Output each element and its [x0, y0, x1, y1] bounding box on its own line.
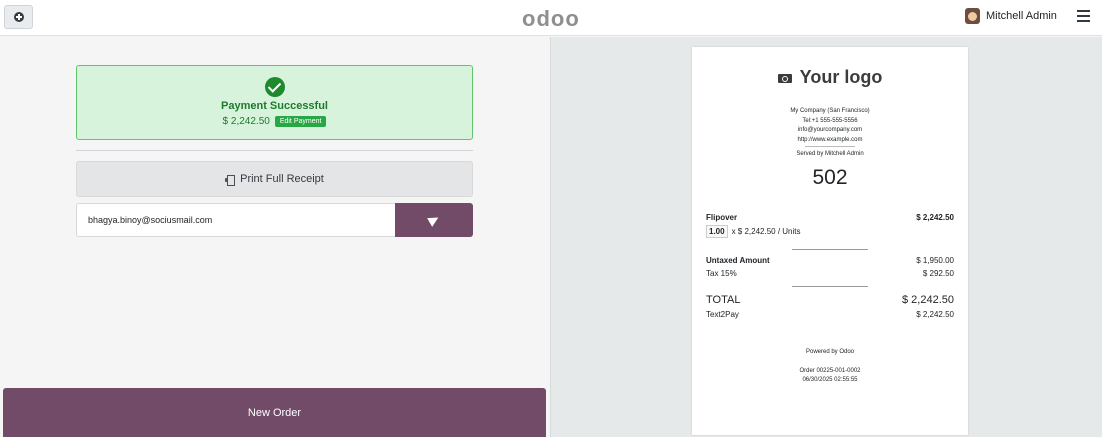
print-icon: [225, 174, 236, 186]
order-line: Flipover $ 2,242.50: [706, 213, 954, 222]
order-number: 502: [812, 166, 848, 189]
divider: [76, 150, 473, 151]
brand-logo: odoo: [522, 6, 580, 31]
payment-method-label: Text2Pay: [706, 310, 739, 319]
plus-circle-icon: [13, 12, 24, 22]
user-name: Mitchell Admin: [986, 10, 1057, 22]
payment-method-value: $ 2,242.50: [916, 310, 954, 319]
receipt-logo: Your logo: [692, 67, 968, 88]
total-value: $ 2,242.50: [902, 294, 954, 306]
line-quantity: 1.00: [706, 225, 728, 238]
company-name: My Company (San Francisco): [790, 108, 870, 114]
tax-row: Tax 15% $ 292.50: [706, 269, 954, 278]
company-tel: Tel:+1 555-555-5556: [802, 117, 858, 124]
total-row: TOTAL $ 2,242.50: [706, 294, 954, 306]
product-name: Flipover: [706, 213, 738, 222]
email-input[interactable]: [76, 203, 395, 237]
receipt-divider: [792, 286, 868, 287]
print-receipt-button[interactable]: Print Full Receipt: [76, 161, 473, 197]
user-avatar-icon: [965, 8, 980, 24]
payment-amount: $ 2,242.50: [222, 116, 270, 127]
top-bar: odoo Mitchell Admin: [0, 0, 1102, 36]
edit-payment-button[interactable]: Edit Payment: [274, 116, 327, 127]
company-website: http://www.example.com: [797, 136, 863, 143]
logo-text: Your logo: [799, 67, 883, 87]
receipt-preview-panel: Your logo My Company (San Francisco) Tel…: [550, 37, 1102, 437]
served-by: Served by Mitchell Admin: [796, 151, 864, 157]
payment-success-box: Payment Successful $ 2,242.50 Edit Payme…: [76, 65, 473, 140]
send-icon: [427, 213, 441, 227]
total-label: TOTAL: [706, 294, 741, 306]
order-ref: Order 00225-001-0002: [799, 368, 861, 374]
payment-success-title: Payment Successful: [221, 100, 328, 112]
order-datetime: 06/30/2025 02:55:55: [802, 377, 858, 383]
hamburger-menu-icon[interactable]: [1077, 10, 1090, 22]
order-reference: Order 00225-001-0002 06/30/2025 02:55:55: [692, 367, 968, 385]
check-circle-icon: [265, 77, 285, 97]
tax-label: Tax 15%: [706, 269, 737, 278]
product-price: $ 2,242.50: [916, 213, 954, 222]
print-receipt-label: Print Full Receipt: [240, 173, 324, 185]
new-tab-button[interactable]: [4, 5, 33, 29]
receipt: Your logo My Company (San Francisco) Tel…: [692, 47, 968, 435]
order-line-qty: 1.00 x $ 2,242.50 / Units: [706, 225, 801, 238]
powered-by: Powered by Odoo: [805, 349, 855, 355]
receipt-divider: [792, 249, 868, 250]
untaxed-value: $ 1,950.00: [916, 256, 954, 265]
tax-value: $ 292.50: [922, 269, 954, 278]
line-unit-price: x $ 2,242.50 / Units: [731, 227, 801, 236]
user-menu[interactable]: Mitchell Admin: [965, 8, 1057, 24]
send-email-button[interactable]: [395, 203, 473, 237]
company-email: info@yourcompany.com: [797, 127, 863, 133]
untaxed-label: Untaxed Amount: [706, 256, 770, 265]
company-info: My Company (San Francisco) Tel:+1 555-55…: [692, 107, 968, 160]
payment-method-row: Text2Pay $ 2,242.50: [706, 310, 954, 319]
camera-icon: [777, 72, 792, 83]
untaxed-row: Untaxed Amount $ 1,950.00: [706, 256, 954, 265]
payment-panel: Payment Successful $ 2,242.50 Edit Payme…: [0, 37, 550, 437]
new-order-button[interactable]: New Order: [3, 388, 546, 437]
company-separator: [805, 146, 855, 147]
